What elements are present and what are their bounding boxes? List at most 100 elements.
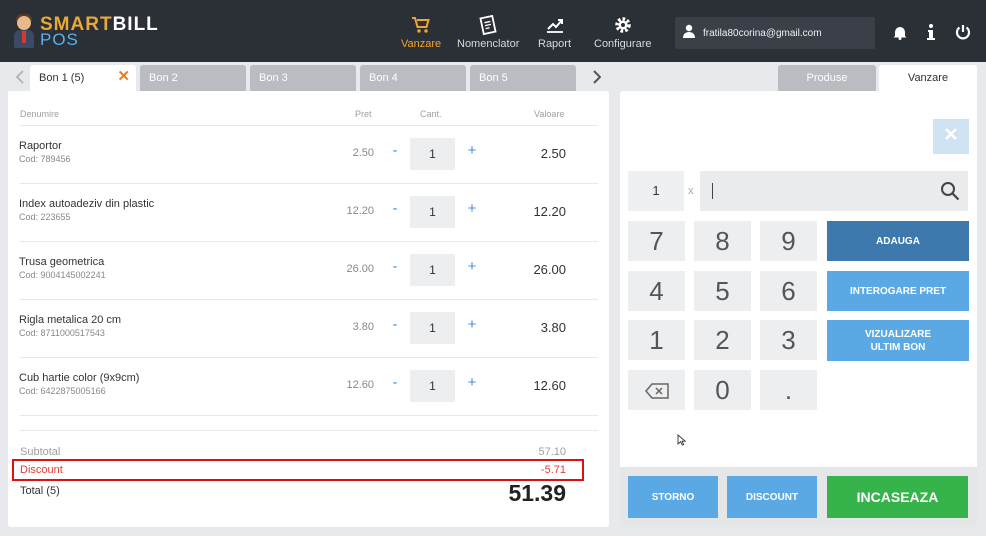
subtotal-value: 57.10 bbox=[538, 446, 566, 458]
item-price: 26.00 bbox=[346, 263, 374, 275]
tab-produse-label: Produse bbox=[806, 72, 848, 84]
tabs-next-arrow-icon[interactable] bbox=[589, 67, 605, 87]
increase-qty-button[interactable]: + bbox=[465, 374, 479, 392]
increase-qty-button[interactable]: + bbox=[465, 142, 479, 160]
tab-bon-4[interactable]: Bon 4 bbox=[360, 65, 466, 91]
nav-nomenclator[interactable]: Nomenclator bbox=[457, 14, 519, 50]
nav-configurare[interactable]: Configurare bbox=[594, 14, 651, 50]
item-code: Cod: 6422875005166 bbox=[19, 386, 106, 396]
tab-produse[interactable]: Produse bbox=[778, 65, 876, 91]
smartbill-logo[interactable]: SMARTBILL POS bbox=[12, 14, 159, 50]
item-price: 2.50 bbox=[352, 147, 374, 159]
col-header-qty: Cant. bbox=[420, 109, 442, 119]
user-email: fratila80corina@gmail.com bbox=[703, 27, 822, 39]
item-name: Raportor bbox=[19, 140, 62, 152]
mascot-icon bbox=[12, 14, 36, 50]
quantity-input[interactable]: 1 bbox=[628, 171, 684, 211]
tabs-prev-arrow-icon[interactable] bbox=[12, 67, 28, 87]
key-7[interactable]: 7 bbox=[628, 221, 685, 261]
keypad-panel: 1 x 7 8 9 4 5 6 1 2 3 0 . ADAUGA INTEROG… bbox=[620, 91, 977, 527]
item-value: 2.50 bbox=[540, 146, 566, 161]
tab-bon-5-label: Bon 5 bbox=[479, 72, 508, 84]
decrease-qty-button[interactable]: - bbox=[388, 200, 402, 218]
incaseaza-button[interactable]: INCASEAZA bbox=[827, 476, 968, 518]
nav-vanzare-label: Vanzare bbox=[401, 38, 442, 50]
power-icon[interactable] bbox=[954, 23, 972, 41]
text-caret bbox=[712, 183, 713, 199]
tab-bon-1[interactable]: Bon 1 (5) ✕ bbox=[30, 65, 136, 91]
nav-raport-label: Raport bbox=[538, 38, 572, 50]
search-input[interactable] bbox=[700, 171, 968, 211]
bell-icon[interactable] bbox=[891, 23, 909, 41]
item-code: Cod: 223655 bbox=[19, 212, 71, 222]
tab-bon-3[interactable]: Bon 3 bbox=[250, 65, 356, 91]
table-row[interactable]: Index autoadeziv din plastic Cod: 223655… bbox=[8, 183, 609, 241]
col-header-value: Valoare bbox=[534, 109, 565, 119]
tab-bon-4-label: Bon 4 bbox=[369, 72, 398, 84]
close-icon[interactable]: ✕ bbox=[117, 69, 130, 84]
key-6[interactable]: 6 bbox=[760, 271, 817, 311]
decrease-qty-button[interactable]: - bbox=[388, 374, 402, 392]
logo-bill-text: BILL bbox=[112, 14, 159, 35]
nav-vanzare[interactable]: Vanzare bbox=[401, 14, 441, 50]
discount-value: -5.71 bbox=[540, 464, 566, 476]
multiply-sign: x bbox=[688, 185, 694, 197]
item-name: Index autoadeziv din plastic bbox=[19, 198, 155, 210]
tab-bon-2[interactable]: Bon 2 bbox=[140, 65, 246, 91]
storno-button[interactable]: STORNO bbox=[628, 476, 718, 518]
decrease-qty-button[interactable]: - bbox=[388, 142, 402, 160]
qty-field[interactable]: 1 bbox=[410, 196, 455, 228]
key-1[interactable]: 1 bbox=[628, 320, 685, 360]
discount-label: Discount bbox=[20, 464, 63, 476]
user-account[interactable]: fratila80corina@gmail.com bbox=[675, 17, 875, 49]
vizualizare-ultim-bon-button[interactable]: VIZUALIZARE ULTIM BON bbox=[827, 320, 969, 361]
tab-bon-5[interactable]: Bon 5 bbox=[470, 65, 576, 91]
subtotal-label: Subtotal bbox=[20, 446, 61, 458]
key-decimal[interactable]: . bbox=[760, 370, 817, 410]
discount-highlight bbox=[12, 459, 584, 481]
info-icon[interactable] bbox=[922, 23, 940, 41]
item-code: Cod: 9004145002241 bbox=[19, 270, 106, 280]
increase-qty-button[interactable]: + bbox=[465, 200, 479, 218]
qty-field[interactable]: 1 bbox=[410, 312, 455, 344]
total-value: 51.39 bbox=[508, 480, 566, 506]
tab-bon-2-label: Bon 2 bbox=[149, 72, 178, 84]
payment-bar: STORNO DISCOUNT INCASEAZA bbox=[620, 467, 977, 527]
key-8[interactable]: 8 bbox=[694, 221, 751, 261]
discount-button[interactable]: DISCOUNT bbox=[727, 476, 817, 518]
item-price: 3.80 bbox=[352, 321, 374, 333]
decrease-qty-button[interactable]: - bbox=[388, 258, 402, 276]
qty-field[interactable]: 1 bbox=[410, 138, 455, 170]
qty-field[interactable]: 1 bbox=[410, 370, 455, 402]
table-row[interactable]: Rigla metalica 20 cm Cod: 8711000517543 … bbox=[8, 299, 609, 357]
nav-raport[interactable]: Raport bbox=[538, 14, 571, 50]
item-code: Cod: 8711000517543 bbox=[19, 328, 105, 338]
key-5[interactable]: 5 bbox=[694, 271, 751, 311]
key-0[interactable]: 0 bbox=[694, 370, 751, 410]
adauga-button[interactable]: ADAUGA bbox=[827, 221, 969, 261]
table-row[interactable]: Trusa geometrica Cod: 9004145002241 26.0… bbox=[8, 241, 609, 299]
table-row[interactable]: Raportor Cod: 789456 2.50 - 1 + 2.50 bbox=[8, 125, 609, 183]
table-row[interactable]: Cub hartie color (9x9cm) Cod: 6422875005… bbox=[8, 357, 609, 415]
item-value: 26.00 bbox=[533, 262, 566, 277]
tab-vanzare[interactable]: Vanzare bbox=[879, 65, 977, 91]
increase-qty-button[interactable]: + bbox=[465, 258, 479, 276]
decrease-qty-button[interactable]: - bbox=[388, 316, 402, 334]
list-icon bbox=[479, 14, 497, 36]
key-4[interactable]: 4 bbox=[628, 271, 685, 311]
col-header-price: Pret bbox=[355, 109, 372, 119]
top-bar: SMARTBILL POS Vanzare Nomenclator Raport… bbox=[0, 0, 986, 62]
clear-button[interactable] bbox=[933, 119, 969, 154]
divider bbox=[20, 415, 598, 416]
backspace-icon bbox=[644, 375, 669, 405]
chart-icon bbox=[545, 14, 565, 36]
interogare-pret-button[interactable]: INTEROGARE PRET bbox=[827, 271, 969, 311]
item-price: 12.20 bbox=[346, 205, 374, 217]
key-3[interactable]: 3 bbox=[760, 320, 817, 360]
key-backspace[interactable] bbox=[628, 370, 685, 410]
key-9[interactable]: 9 bbox=[760, 221, 817, 261]
key-2[interactable]: 2 bbox=[694, 320, 751, 360]
qty-field[interactable]: 1 bbox=[410, 254, 455, 286]
increase-qty-button[interactable]: + bbox=[465, 316, 479, 334]
search-icon[interactable] bbox=[940, 181, 960, 206]
